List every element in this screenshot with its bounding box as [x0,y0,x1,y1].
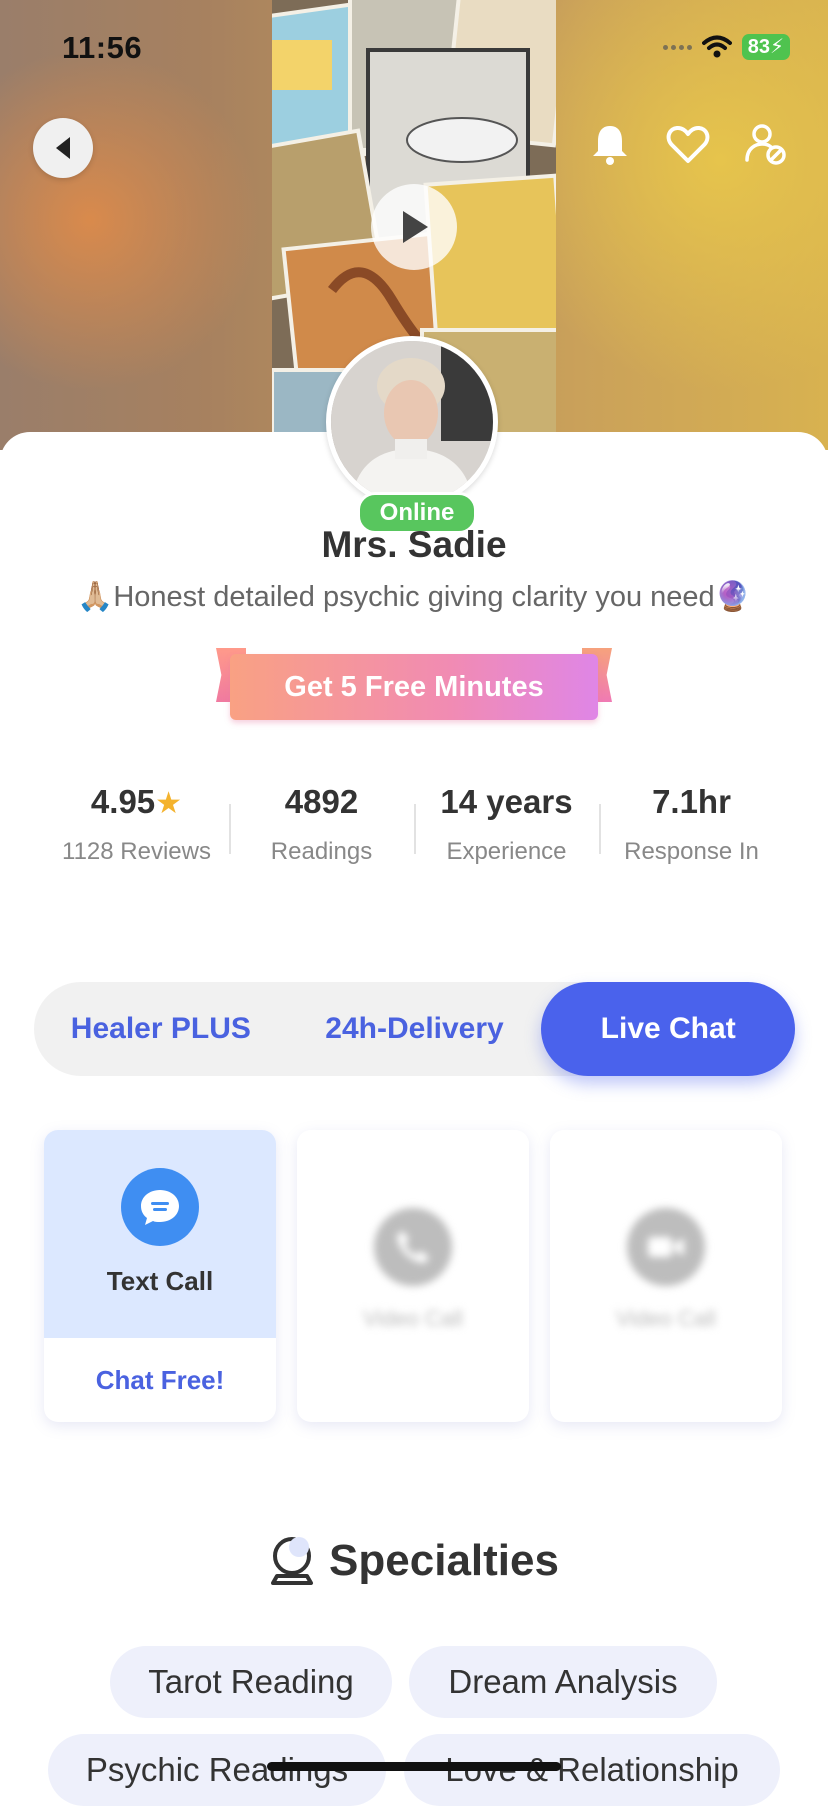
specialty-chip-tarot-reading[interactable]: Tarot Reading [110,1646,392,1718]
block-user-button[interactable] [744,122,788,166]
back-button[interactable] [33,118,93,178]
star-icon: ★ [155,787,183,820]
specialties-title: Specialties [329,1536,559,1585]
stat-readings: 4892 Readings [229,780,414,880]
video-call-card[interactable]: Video Call [550,1130,782,1422]
user-block-icon [745,124,786,165]
service-tabs: Healer PLUS 24h-Delivery Live Chat [34,982,796,1076]
header-actions [588,122,788,166]
profile-sheet [0,432,828,1792]
phone-call-title: Video Call [363,1306,463,1331]
get-free-minutes-button[interactable]: Get 5 Free Minutes [230,654,598,720]
wifi-icon [701,35,732,58]
battery-indicator: 83⚡ [741,34,790,60]
response-value: 7.1hr [652,783,731,820]
phone-call-card[interactable]: Video Call [297,1130,529,1422]
bell-icon [593,126,627,165]
tab-24h-delivery[interactable]: 24h-Delivery [288,982,542,1076]
favorite-button[interactable] [666,122,710,166]
text-call-card[interactable]: Text Call Chat Free! [44,1130,276,1422]
reviews-label[interactable]: 1128 Reviews [44,838,229,866]
experience-label: Experience [446,838,567,865]
specialties-header: Specialties [0,1536,828,1586]
charging-bolt-icon: ⚡ [769,36,784,58]
profile-avatar[interactable] [326,336,498,508]
text-call-title: Text Call [106,1266,214,1296]
back-arrow-icon [56,137,70,159]
free-minutes-promo[interactable]: Get 5 Free Minutes [216,644,612,724]
heart-icon [666,125,710,163]
readings-label: Readings [270,838,373,865]
home-indicator [267,1762,561,1771]
stat-response: 7.1hr Response In [599,780,784,880]
advisor-name: Mrs. Sadie [321,524,507,565]
stat-experience: 14 years Experience [414,780,599,880]
tab-live-chat[interactable]: Live Chat [541,982,796,1076]
chat-bubble-icon [141,1190,179,1225]
notification-button[interactable] [588,122,632,166]
crystal-ball-icon [271,1537,314,1585]
chat-free-button[interactable]: Chat Free! [44,1338,276,1422]
battery-level: 83 [747,36,770,58]
cellular-signal-icon [662,44,692,50]
rating-value: 4.95 [90,783,156,820]
tab-healer-plus[interactable]: Healer PLUS [34,982,288,1076]
status-indicators: 83⚡ [662,34,790,60]
video-icon [648,1237,684,1257]
response-label: Response In [624,838,759,865]
readings-value: 4892 [284,783,359,820]
experience-value: 14 years [440,783,573,820]
stat-rating: 4.95★ 1128 Reviews [44,780,229,880]
advisor-stats: 4.95★ 1128 Reviews 4892 Readings 14 year… [44,780,784,880]
play-icon [403,211,428,243]
advisor-tagline: 🙏🏼Honest detailed psychic giving clarity… [77,581,751,613]
phone-icon [397,1231,429,1263]
specialty-chip-dream-analysis[interactable]: Dream Analysis [409,1646,717,1718]
status-time: 11:56 [62,30,143,65]
play-video-button[interactable] [371,184,457,270]
video-call-title: Video Call [616,1306,716,1331]
avatar-portrait [331,341,493,503]
